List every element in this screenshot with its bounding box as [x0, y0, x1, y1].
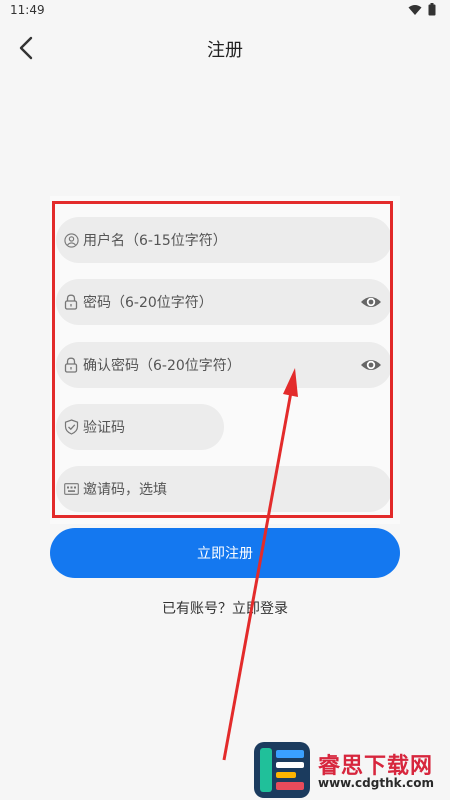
password-field[interactable]: 密码（6-20位字符） — [56, 279, 392, 325]
eye-icon[interactable] — [360, 292, 382, 312]
login-link[interactable]: 已有账号？立即登录 — [0, 598, 450, 618]
confirm-password-field[interactable]: 确认密码（6-20位字符） — [56, 342, 392, 388]
status-time: 11:49 — [10, 3, 45, 17]
keyboard-icon — [63, 481, 79, 497]
app-header: 注册 — [0, 28, 450, 68]
username-field[interactable]: 用户名（6-15位字符） — [56, 217, 392, 263]
lock-icon — [63, 294, 79, 310]
page-title: 注册 — [207, 40, 243, 61]
captcha-field[interactable]: 验证码 — [56, 404, 224, 450]
username-placeholder: 用户名（6-15位字符） — [83, 233, 227, 249]
battery-icon — [428, 3, 436, 16]
register-button[interactable]: 立即注册 — [50, 528, 400, 578]
status-icons — [408, 3, 436, 16]
wifi-icon — [408, 4, 422, 15]
status-bar: 11:49 — [0, 0, 450, 22]
captcha-placeholder: 验证码 — [83, 420, 125, 436]
eye-icon[interactable] — [360, 355, 382, 375]
lock-icon — [63, 357, 79, 373]
user-icon — [63, 232, 79, 248]
invite-code-placeholder: 邀请码，选填 — [83, 482, 167, 498]
shield-icon — [63, 419, 79, 435]
password-placeholder: 密码（6-20位字符） — [83, 295, 213, 311]
invite-code-field[interactable]: 邀请码，选填 — [56, 466, 392, 512]
watermark-url: www.cdgthk.com — [318, 776, 435, 790]
confirm-password-placeholder: 确认密码（6-20位字符） — [83, 358, 241, 374]
